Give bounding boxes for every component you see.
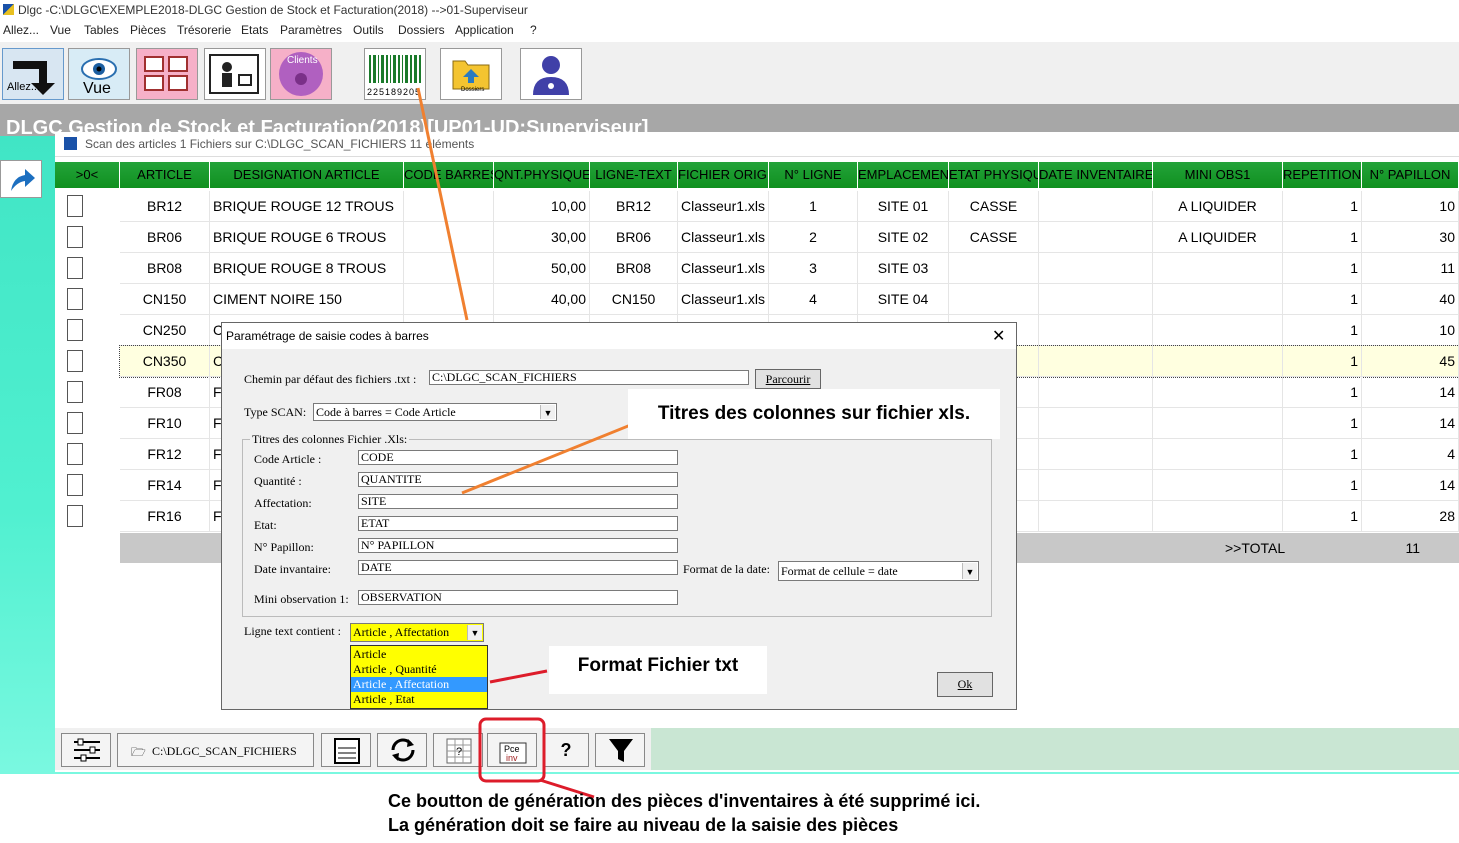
annotation-arrow-format xyxy=(489,669,548,684)
annotation-highlight-box xyxy=(478,717,546,783)
annotation-arrow-columns xyxy=(461,420,639,495)
bottom-note-2: La génération doit se faire au niveau de… xyxy=(388,815,899,835)
callout-columns: Titres des colonnes sur fichier xls. xyxy=(628,389,1000,439)
annotation-arrow-barcode xyxy=(416,87,469,321)
callout-format: Format Fichier txt xyxy=(549,646,767,694)
bottom-note-1: Ce boutton de génération des pièces d'in… xyxy=(388,791,981,811)
